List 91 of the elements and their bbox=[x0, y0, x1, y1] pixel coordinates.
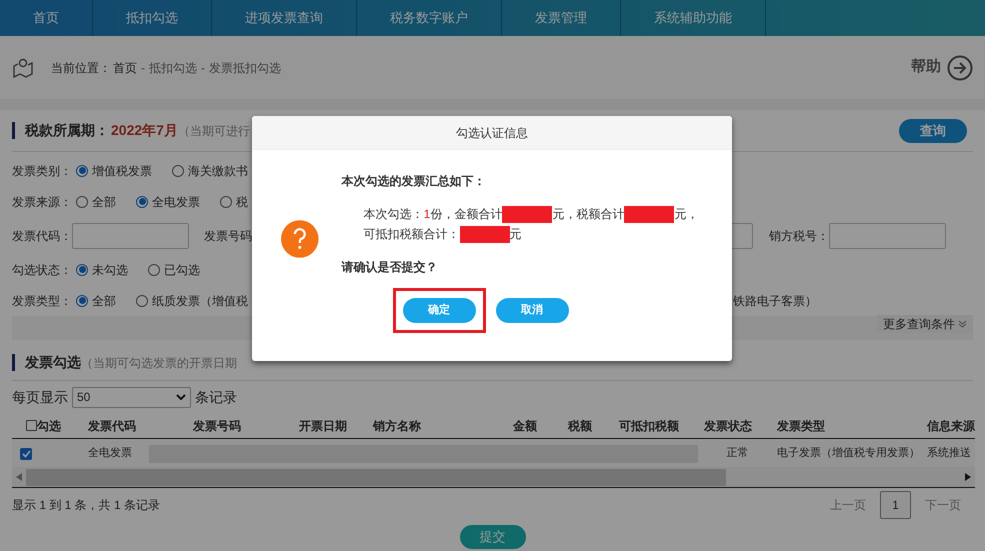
filter-label: 发票代码： bbox=[12, 228, 72, 244]
filter-label: 销方税号： bbox=[769, 228, 829, 244]
scroll-left-icon[interactable] bbox=[16, 473, 22, 481]
radio-label: 税 bbox=[236, 194, 248, 210]
page-size-label: 每页显示 bbox=[12, 388, 68, 406]
breadcrumb-link[interactable]: 发票抵扣勾选 bbox=[209, 58, 281, 76]
radio-button[interactable] bbox=[136, 196, 148, 208]
help-link[interactable]: 帮助 bbox=[911, 56, 941, 79]
redaction-block bbox=[624, 206, 674, 222]
option-label-tail: 铁路电子客票） bbox=[733, 292, 817, 310]
page-size-select[interactable]: 50 bbox=[72, 386, 191, 408]
redaction-block bbox=[460, 226, 510, 242]
breadcrumb-link[interactable]: 抵扣勾选 bbox=[149, 58, 197, 76]
column-header: 勾选 bbox=[37, 418, 61, 434]
filter-label: 勾选状态： bbox=[12, 262, 72, 278]
radio-label: 未勾选 bbox=[92, 262, 128, 278]
next-page-link[interactable]: 下一页 bbox=[925, 496, 961, 514]
map-pin-icon bbox=[12, 58, 34, 78]
radio-button[interactable] bbox=[220, 196, 232, 208]
radio-button[interactable] bbox=[136, 294, 148, 306]
column-header: 可抵扣税额 bbox=[619, 418, 680, 434]
radio-label: 纸质发票（增值税 bbox=[152, 292, 248, 310]
page-size-suffix: 条记录 bbox=[195, 388, 237, 406]
summary-text: 元 bbox=[510, 226, 522, 243]
table-cell-text: 全电发票 bbox=[88, 446, 133, 462]
summary-count: 1 bbox=[424, 206, 430, 223]
redaction-block bbox=[502, 206, 552, 222]
summary-text: 份，金额合计 bbox=[430, 206, 502, 223]
submit-button[interactable]: 提交 bbox=[460, 525, 526, 549]
column-header: 发票状态 bbox=[704, 418, 753, 434]
table-cell-text: 系统推送 bbox=[927, 446, 971, 462]
cancel-button[interactable]: 取消 bbox=[496, 298, 569, 323]
radio-button[interactable] bbox=[76, 164, 88, 176]
confirm-button[interactable]: 确定 bbox=[402, 298, 476, 323]
filter-label: 发票号码 bbox=[204, 228, 252, 244]
column-header: 发票代码 bbox=[88, 418, 137, 434]
radio-button[interactable] bbox=[76, 294, 88, 306]
radio-label: 全电发票 bbox=[152, 194, 200, 210]
query-button[interactable]: 查询 bbox=[899, 118, 967, 142]
period-value: 2022年7月 bbox=[111, 121, 178, 140]
radio-label: 增值税发票 bbox=[92, 162, 152, 180]
summary-text: 元， bbox=[674, 206, 698, 223]
column-header: 销方名称 bbox=[373, 418, 422, 434]
question-mark-icon bbox=[281, 220, 319, 258]
table-cell-text: 正常 bbox=[726, 446, 750, 462]
filter-label: 发票来源： bbox=[12, 194, 72, 210]
breadcrumb-label: 当前位置： bbox=[51, 60, 111, 76]
column-header: 金额 bbox=[513, 418, 538, 434]
summary-text: 可抵扣税额合计： bbox=[364, 226, 460, 243]
column-header: 发票类型 bbox=[777, 418, 826, 434]
row-checkbox[interactable] bbox=[20, 448, 32, 460]
period-note: （当期可进行 bbox=[178, 122, 250, 140]
input-field[interactable] bbox=[829, 222, 946, 248]
filter-label: 发票类别： bbox=[12, 162, 72, 180]
breadcrumb-separator: - bbox=[201, 60, 205, 76]
chevron-down-icon bbox=[176, 394, 186, 400]
summary-text: 本次勾选： bbox=[364, 206, 424, 223]
radio-label: 海关缴款书 bbox=[188, 162, 248, 180]
summary-text: 元，税额合计 bbox=[552, 206, 624, 223]
check-icon bbox=[22, 450, 30, 458]
prev-page-link[interactable]: 上一页 bbox=[830, 496, 866, 514]
radio-label: 全部 bbox=[92, 194, 116, 210]
breadcrumb-link[interactable]: 首页 bbox=[113, 58, 137, 76]
breadcrumb-separator: - bbox=[141, 60, 145, 76]
column-header: 税额 bbox=[568, 418, 593, 434]
column-header: 信息来源 bbox=[927, 418, 975, 434]
more-conditions-button[interactable]: 更多查询条件 bbox=[877, 315, 973, 333]
section-note: （当期可勾选发票的开票日期 bbox=[81, 354, 237, 372]
input-field[interactable] bbox=[72, 222, 189, 248]
radio-label: 全部 bbox=[92, 292, 116, 310]
radio-label: 已勾选 bbox=[164, 262, 200, 278]
scroll-right-icon[interactable] bbox=[965, 473, 971, 481]
confirm-question: 请确认是否提交？ bbox=[342, 259, 439, 276]
period-label: 税款所属期： bbox=[25, 121, 109, 140]
summary-heading: 本次勾选的发票汇总如下： bbox=[342, 173, 487, 190]
filter-label: 发票类型： bbox=[12, 292, 72, 310]
radio-button[interactable] bbox=[76, 264, 88, 276]
page-number-button[interactable]: 1 bbox=[880, 491, 911, 519]
radio-button[interactable] bbox=[76, 196, 88, 208]
radio-button[interactable] bbox=[172, 164, 184, 176]
radio-button[interactable] bbox=[148, 264, 160, 276]
horizontal-scrollbar[interactable] bbox=[12, 467, 975, 488]
record-summary: 显示 1 到 1 条，共 1 条记录 bbox=[12, 497, 160, 514]
section-title: 发票勾选 bbox=[25, 353, 81, 372]
arrow-right-circle-icon[interactable] bbox=[947, 54, 973, 80]
column-header: 开票日期 bbox=[299, 418, 348, 434]
dialog-title: 勾选认证信息 bbox=[456, 124, 528, 142]
table-cell-text: 电子发票（增值税专用发票） bbox=[777, 446, 921, 462]
double-chevron-down-icon bbox=[958, 320, 967, 328]
select-all-checkbox[interactable] bbox=[26, 420, 37, 431]
column-header: 发票号码 bbox=[193, 418, 242, 434]
